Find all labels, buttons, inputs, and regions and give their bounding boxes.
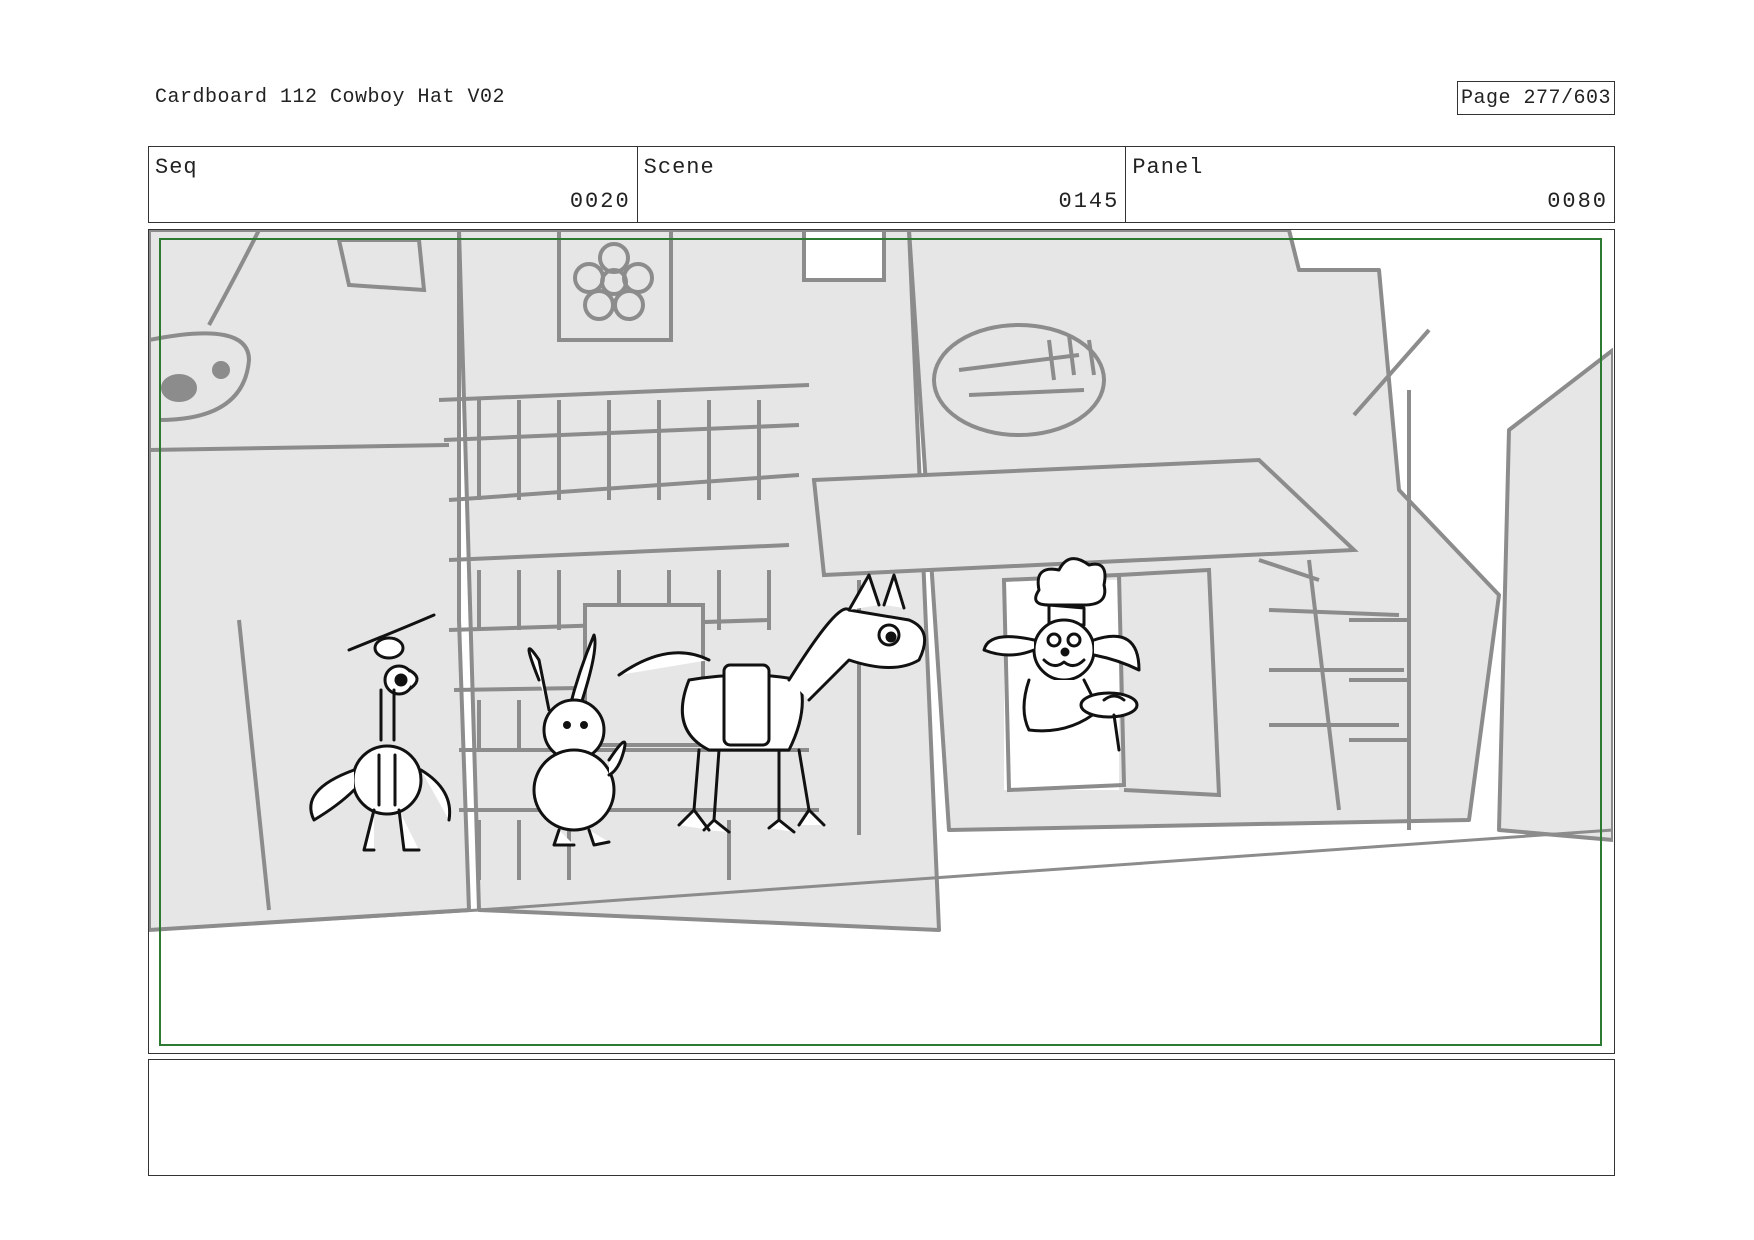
seq-value: 0020 bbox=[569, 189, 631, 214]
page-indicator: Page 277/603 bbox=[1457, 81, 1615, 115]
panel-notes-box bbox=[148, 1059, 1615, 1176]
storyboard-sketch bbox=[149, 230, 1613, 932]
panel-value: 0080 bbox=[1547, 189, 1609, 214]
shot-info-row: Seq 0020 Scene 0145 Panel 0080 bbox=[148, 146, 1615, 223]
document-title: Cardboard 112 Cowboy Hat V02 bbox=[155, 86, 506, 109]
seq-label: Seq bbox=[155, 155, 198, 180]
fence-building bbox=[1497, 348, 1613, 842]
storyboard-panel bbox=[148, 229, 1615, 1054]
panel-label: Panel bbox=[1132, 155, 1204, 180]
scene-cell: Scene 0145 bbox=[638, 147, 1127, 222]
scene-label: Scene bbox=[643, 155, 715, 180]
panel-cell: Panel 0080 bbox=[1126, 147, 1614, 222]
seq-cell: Seq 0020 bbox=[149, 147, 638, 222]
scene-value: 0145 bbox=[1058, 189, 1120, 214]
